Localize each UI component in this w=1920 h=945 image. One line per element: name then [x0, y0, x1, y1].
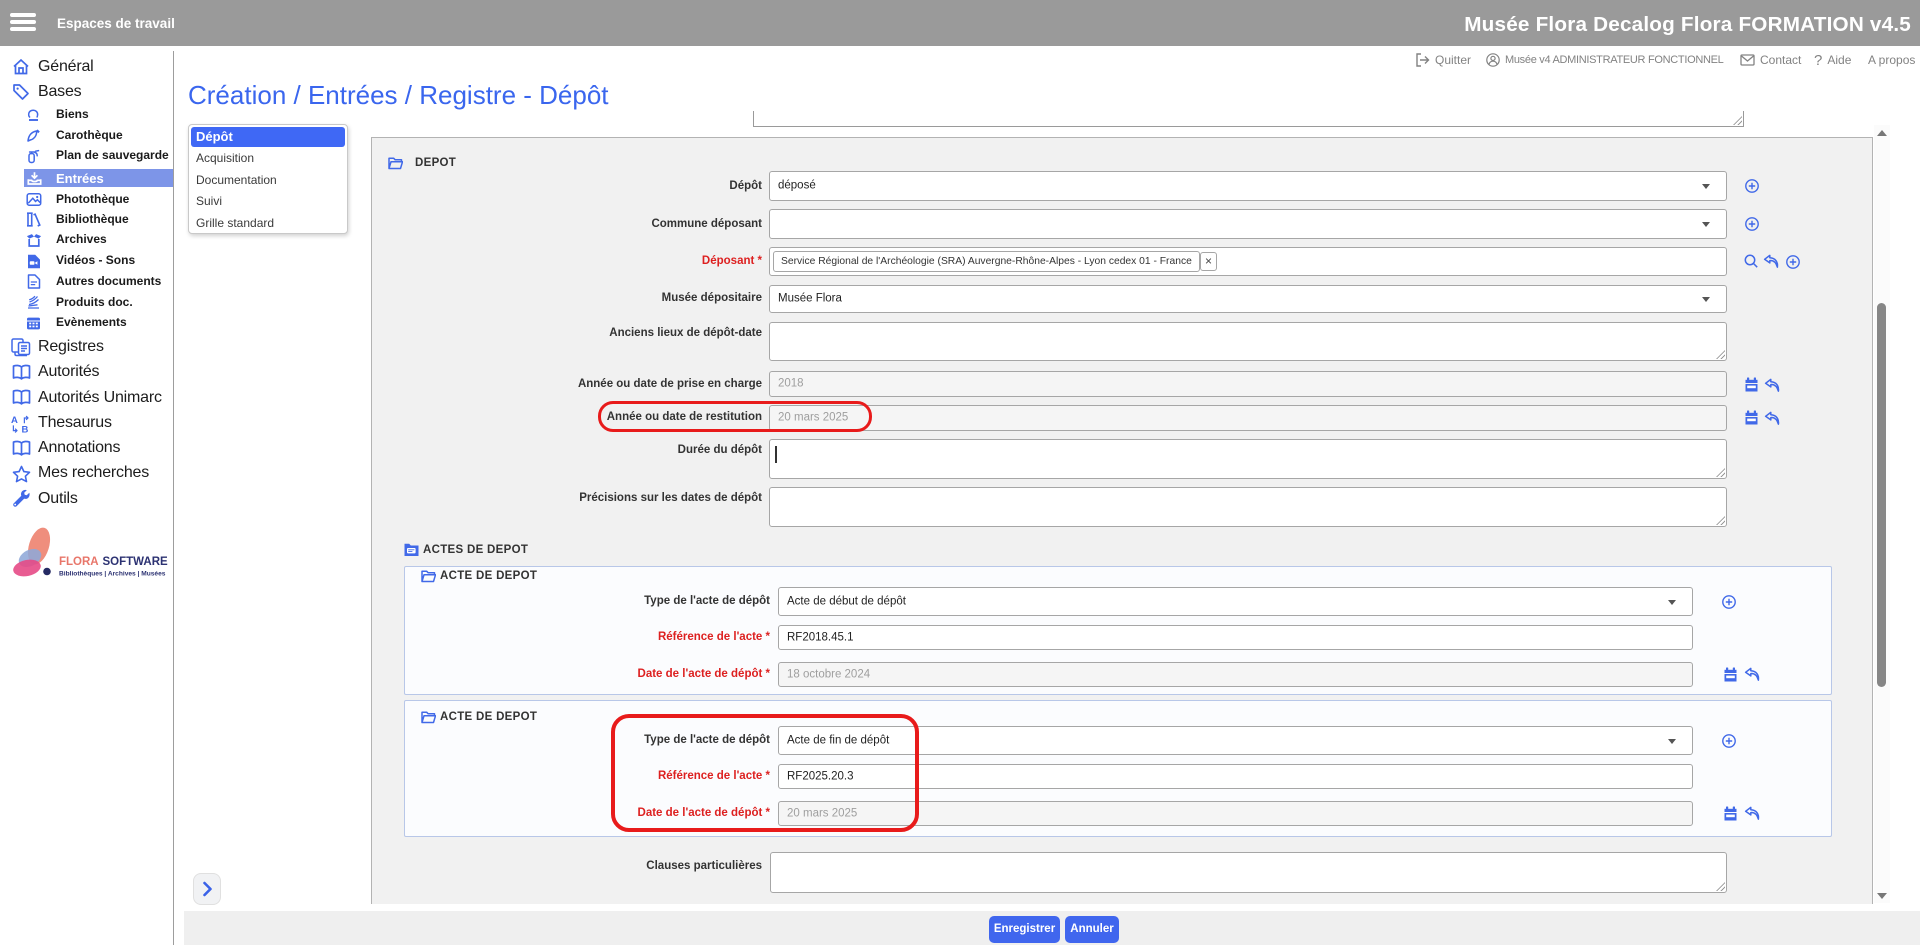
- svg-text:FLORA: FLORA: [59, 556, 99, 568]
- svg-text:Bibliothèques | Archives | Mus: Bibliothèques | Archives | Musées: [59, 571, 166, 578]
- svg-text:B: B: [22, 425, 29, 434]
- svg-text:SOFTWARE: SOFTWARE: [103, 556, 168, 568]
- svg-text:↳: ↳: [11, 425, 19, 434]
